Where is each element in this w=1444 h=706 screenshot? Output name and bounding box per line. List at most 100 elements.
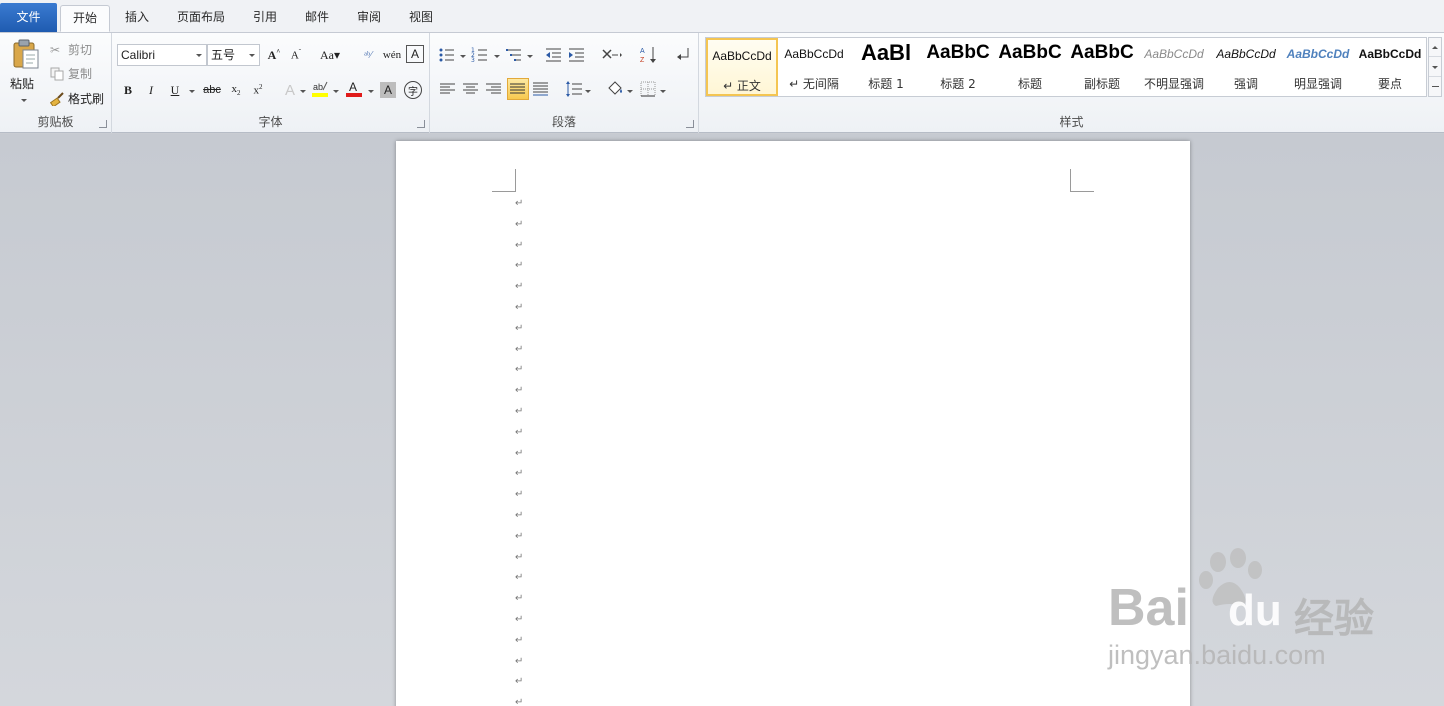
style-title[interactable]: AaBbC 标题 — [994, 38, 1066, 96]
style-heading-1[interactable]: AaBl 标题 1 — [850, 38, 922, 96]
bullets-button[interactable] — [438, 45, 458, 65]
paste-icon — [13, 39, 39, 69]
borders-button[interactable] — [638, 79, 658, 99]
style-sample: AaBl — [860, 40, 912, 65]
svg-text:A: A — [640, 48, 645, 55]
shading-button[interactable] — [605, 79, 625, 99]
grow-font-button[interactable]: A^ — [264, 45, 284, 65]
strikethrough-button[interactable]: abc — [200, 80, 224, 100]
increase-indent-button[interactable] — [567, 45, 587, 65]
style-emphasis[interactable]: AaBbCcDd 强调 — [1210, 38, 1282, 96]
style-intense-emphasis[interactable]: AaBbCcDd 明显强调 — [1282, 38, 1354, 96]
highlight-dropdown-icon[interactable] — [333, 90, 339, 93]
tab-references[interactable]: 引用 — [242, 5, 288, 32]
bold-button[interactable]: B — [118, 80, 138, 100]
bullets-icon — [439, 48, 454, 62]
multilevel-list-dropdown-icon[interactable] — [527, 55, 533, 58]
underline-dropdown-icon[interactable] — [189, 90, 195, 93]
shading-dropdown-icon[interactable] — [627, 90, 633, 93]
superscript-icon: x2 — [253, 83, 263, 97]
borders-dropdown-icon[interactable] — [660, 90, 666, 93]
font-color-button[interactable]: A — [344, 79, 364, 99]
format-painter-button[interactable]: 格式刷 — [50, 90, 104, 107]
paragraph-mark: ↵ — [515, 364, 524, 376]
paste-button[interactable]: 粘贴 — [4, 35, 44, 109]
highlight-button[interactable]: ab — [310, 79, 330, 99]
sort-button[interactable]: A Z — [639, 45, 659, 65]
show-marks-button[interactable] — [674, 45, 694, 65]
character-border-button[interactable]: A — [406, 45, 424, 63]
superscript-button[interactable]: x2 — [248, 80, 268, 100]
numbering-button[interactable]: 1 2 3 — [471, 45, 491, 65]
decrease-indent-icon — [546, 48, 561, 62]
align-right-button[interactable] — [484, 79, 504, 99]
numbering-dropdown-icon[interactable] — [494, 55, 500, 58]
style-heading-2[interactable]: AaBbC 标题 2 — [922, 38, 994, 96]
text-effects-dropdown-icon[interactable] — [300, 90, 306, 93]
ribbon-tab-bar: 文件 开始 插入 页面布局 引用 邮件 审阅 视图 — [0, 0, 1444, 33]
copy-button[interactable]: 复制 — [50, 65, 92, 82]
justify-button[interactable] — [507, 78, 529, 100]
character-shading-button[interactable]: A — [380, 82, 396, 98]
chinese-layout-button[interactable] — [600, 45, 624, 65]
multilevel-list-button[interactable] — [505, 45, 525, 65]
underline-button[interactable]: U — [165, 80, 185, 100]
align-center-button[interactable] — [461, 79, 481, 99]
bullets-dropdown-icon[interactable] — [460, 55, 466, 58]
font-color-dropdown-icon[interactable] — [368, 90, 374, 93]
tab-home[interactable]: 开始 — [60, 5, 110, 32]
gallery-scroll-down-icon[interactable] — [1429, 58, 1441, 77]
clipboard-launcher-icon[interactable] — [99, 120, 107, 128]
tab-view[interactable]: 视图 — [398, 5, 444, 32]
font-size-combo[interactable]: 五号 — [207, 44, 260, 66]
change-case-button[interactable]: Aa▾ — [317, 45, 343, 65]
line-spacing-button[interactable] — [564, 79, 584, 99]
tab-insert[interactable]: 插入 — [114, 5, 160, 32]
sort-icon: A Z — [640, 47, 656, 64]
paragraph-mark: ↵ — [515, 634, 524, 646]
tab-mailings[interactable]: 邮件 — [294, 5, 340, 32]
style-subtle-emphasis[interactable]: AaBbCcDd 不明显强调 — [1138, 38, 1210, 96]
line-spacing-dropdown-icon[interactable] — [585, 90, 591, 93]
italic-button[interactable]: I — [141, 80, 161, 100]
style-sample: AaBbCcDd — [1144, 47, 1204, 61]
enclose-characters-button[interactable]: 字 — [404, 81, 422, 99]
font-launcher-icon[interactable] — [417, 120, 425, 128]
style-sample: AaBbCcDd — [712, 49, 772, 63]
phonetic-guide-button[interactable]: wén — [382, 45, 402, 65]
shrink-font-button[interactable]: Aˇ — [286, 45, 306, 65]
style-name: 副标题 — [1083, 77, 1120, 91]
character-shading-icon: A — [383, 83, 392, 97]
paragraph-mark: ↵ — [515, 593, 524, 605]
subscript-button[interactable]: x2 — [226, 80, 246, 100]
paragraph-mark: ↵ — [515, 676, 524, 688]
document-page[interactable]: ↵ ↵ ↵ ↵ ↵ ↵ ↵ ↵ ↵ ↵ ↵ ↵ ↵ ↵ ↵ ↵ ↵ ↵ ↵ ↵ ↵ ↵ ↵ ↵ ↵ — [396, 141, 1190, 706]
character-border-icon: A — [410, 47, 419, 61]
text-effects-button[interactable]: A — [280, 80, 300, 100]
style-normal[interactable]: AaBbCcDd ↵ 正文 — [706, 38, 778, 96]
style-subtitle[interactable]: AaBbC 副标题 — [1066, 38, 1138, 96]
tab-review[interactable]: 审阅 — [346, 5, 392, 32]
align-left-button[interactable] — [438, 79, 458, 99]
decrease-indent-button[interactable] — [544, 45, 564, 65]
cut-button[interactable]: ✂ 剪切 — [50, 41, 92, 58]
distributed-button[interactable] — [531, 79, 551, 99]
justify-icon — [510, 83, 525, 94]
svg-text:Z: Z — [640, 57, 645, 64]
font-name-combo[interactable]: Calibri — [117, 44, 207, 66]
highlighter-icon: ab — [312, 81, 328, 97]
style-no-spacing[interactable]: AaBbCcDd ↵ 无间隔 — [778, 38, 850, 96]
paragraph-launcher-icon[interactable] — [686, 120, 694, 128]
tab-page-layout[interactable]: 页面布局 — [168, 5, 234, 32]
numbering-icon: 1 2 3 — [471, 47, 487, 64]
paragraph-mark: ↵ — [515, 489, 524, 501]
underline-icon: U — [170, 82, 180, 97]
svg-text:ab: ab — [313, 82, 323, 92]
svg-text:3: 3 — [471, 57, 475, 64]
clear-formatting-button[interactable]: ᵃᵇ⁄ — [358, 45, 378, 65]
gallery-more-icon[interactable] — [1429, 78, 1441, 97]
margin-corner-top-right — [1070, 169, 1094, 192]
gallery-scroll-up-icon[interactable] — [1429, 38, 1441, 57]
tab-file[interactable]: 文件 — [0, 3, 57, 32]
style-strong[interactable]: AaBbCcDd 要点 — [1354, 38, 1426, 96]
